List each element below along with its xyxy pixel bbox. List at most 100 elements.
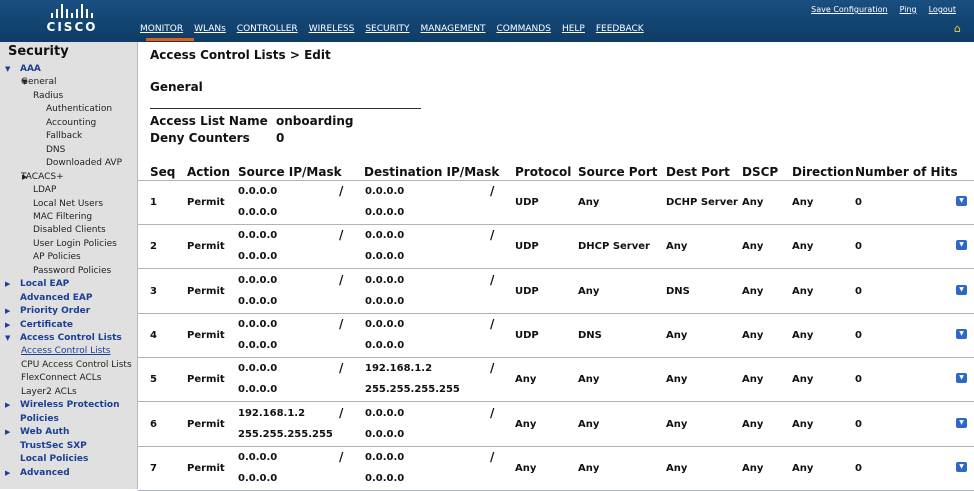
destination-mask-cell: 0.0.0.0 [365,472,405,484]
nav-monitor[interactable]: MONITOR [140,24,183,34]
source-mask-cell: 255.255.255.255 [238,428,333,440]
sidebar-item[interactable]: CPU Access Control Lists [21,360,132,370]
dest-port-cell: DNS [666,285,690,297]
protocol-cell: UDP [515,329,539,341]
source-port-cell: Any [578,418,600,430]
col-direction: Direction [792,165,854,179]
home-icon[interactable]: ⌂ [954,23,966,35]
direction-cell: Any [792,241,814,253]
slash-separator: / [339,272,344,287]
nav-commands[interactable]: COMMANDS [497,24,551,34]
expand-right-icon[interactable]: ▶ [5,307,10,315]
nav-security[interactable]: SECURITY [365,24,409,34]
source-port-cell: Any [578,374,600,386]
expand-right-icon[interactable]: ▶ [5,428,10,436]
destination-mask-cell: 0.0.0.0 [365,207,405,218]
sidebar-item[interactable]: TACACS+ [21,172,64,182]
sidebar-item[interactable]: Advanced EAP [20,293,92,303]
row-action-dropdown-icon[interactable]: ▼ [956,373,967,384]
sidebar-item[interactable]: Password Policies [33,266,111,276]
hits-cell: 0 [855,462,862,474]
seq-cell: 2 [150,241,157,253]
sidebar-item[interactable]: Web Auth [20,427,69,437]
sidebar-item[interactable]: Disabled Clients [33,225,106,235]
sidebar-item[interactable]: Advanced [20,468,70,478]
destination-mask-cell: 0.0.0.0 [365,295,405,307]
slash-separator: / [490,272,495,287]
sidebar-item[interactable]: Priority Order [20,306,90,316]
destination-ip-cell: 0.0.0.0 [365,318,405,330]
expand-down-icon[interactable]: ▼ [22,78,27,86]
nav-feedback[interactable]: FEEDBACK [596,24,644,34]
sidebar-item[interactable]: AAA [20,64,41,74]
row-action-dropdown-icon[interactable]: ▼ [956,240,967,251]
slash-separator: / [339,316,344,331]
sidebar-item[interactable]: Accounting [46,118,96,128]
sidebar-item[interactable]: LDAP [33,185,56,195]
slash-separator: / [339,184,344,198]
direction-cell: Any [792,285,814,297]
sidebar-item[interactable]: Local EAP [20,279,69,289]
sidebar-item[interactable]: TrustSec SXP [20,441,87,451]
general-heading: General [150,80,203,94]
sidebar-item[interactable]: FlexConnect ACLs [21,373,101,383]
sidebar-item[interactable]: MAC Filtering [33,212,92,222]
expand-right-icon[interactable]: ▶ [5,280,10,288]
expand-down-icon[interactable]: ▼ [5,65,10,73]
row-action-dropdown-icon[interactable]: ▼ [956,196,967,206]
source-ip-cell: 0.0.0.0 [238,451,278,463]
nav-wlans[interactable]: WLANs [194,24,226,34]
sidebar-item[interactable]: Access Control Lists [20,333,122,343]
ping-link[interactable]: Ping [900,5,917,14]
row-action-dropdown-icon[interactable]: ▼ [956,328,967,339]
sidebar: Security AAA ▼ General ▼ Radius Authenticatio… [0,42,138,489]
sidebar-item[interactable]: Access Control Lists [21,346,111,356]
sidebar-item[interactable]: AP Policies [33,252,81,262]
table-row: 3 Permit UDP Any DNS Any Any 0 0.0.0.0 0.0.0.0 0.0… [138,270,974,314]
nav-controller[interactable]: CONTROLLER [237,24,298,34]
sidebar-title: Security [8,44,69,59]
nav-help[interactable]: HELP [562,24,585,34]
save-configuration-link[interactable]: Save Configuration [811,5,887,14]
logout-link[interactable]: Logout [929,5,956,14]
dest-port-cell: Any [666,374,688,386]
col-seq: Seq [150,165,176,179]
deny-counters-value: 0 [276,131,285,145]
nav-wireless[interactable]: WIRELESS [309,24,355,34]
sidebar-item[interactable]: Local Policies [20,454,88,464]
expand-right-icon[interactable]: ▶ [22,173,27,181]
expand-right-icon[interactable]: ▶ [5,469,10,477]
destination-mask-cell: 255.255.255.255 [365,384,460,396]
sidebar-item[interactable]: Policies [20,414,59,424]
source-port-cell: Any [578,462,600,474]
expand-right-icon[interactable]: ▶ [5,401,10,409]
sidebar-item[interactable]: DNS [46,145,65,155]
source-mask-cell: 0.0.0.0 [238,251,278,263]
sidebar-item[interactable]: Layer2 ACLs [21,387,77,397]
deny-counters-label: Deny Counters [150,131,250,145]
hits-cell: 0 [855,197,862,208]
row-action-dropdown-icon[interactable]: ▼ [956,417,967,428]
destination-ip-cell: 192.168.1.2 [365,363,433,375]
row-action-dropdown-icon[interactable]: ▼ [956,284,967,295]
source-mask-cell: 0.0.0.0 [238,384,278,396]
sidebar-item[interactable]: Downloaded AVP [46,158,122,168]
sidebar-item[interactable]: Certificate [20,320,73,330]
sidebar-item[interactable]: User Login Policies [33,239,117,249]
nav-management[interactable]: MANAGEMENT [421,24,486,34]
sidebar-item[interactable]: Local Net Users [33,199,103,209]
sidebar-item[interactable]: Fallback [46,131,82,141]
expand-down-icon[interactable]: ▼ [5,334,10,342]
expand-right-icon[interactable]: ▶ [5,321,10,329]
active-tab-indicator [146,38,194,41]
sidebar-item[interactable]: Radius [33,91,63,101]
source-port-cell: DNS [578,329,602,341]
cisco-logo: CISCO [44,4,100,38]
col-source-port: Source Port [578,165,658,179]
table-row: 7 Permit Any Any Any Any Any 0 0.0.0.0 0.0.0.0 0.0… [138,447,974,491]
sidebar-item[interactable]: Authentication [46,104,112,114]
seq-cell: 6 [150,418,157,430]
action-cell: Permit [187,197,225,208]
sidebar-item[interactable]: Wireless Protection [20,400,120,410]
row-action-dropdown-icon[interactable]: ▼ [956,461,967,472]
